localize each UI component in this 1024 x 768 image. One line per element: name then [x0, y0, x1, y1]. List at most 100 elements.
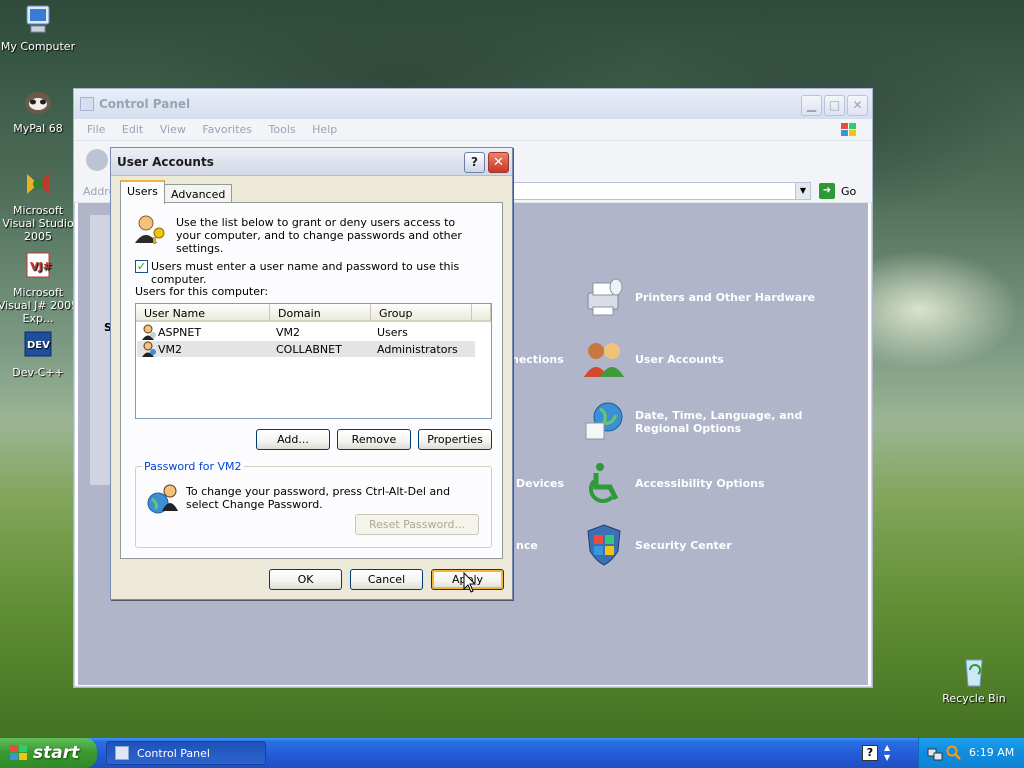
desktop-icon-visual-studio[interactable]: Microsoft Visual Studio 2005	[0, 168, 80, 243]
menu-help[interactable]: Help	[312, 123, 337, 136]
control-panel-icon	[115, 746, 129, 760]
table-row[interactable]: ASPNET VM2 Users	[137, 324, 475, 340]
column-header-user-name[interactable]: User Name	[136, 304, 270, 322]
system-tray: 6:19 AM	[918, 738, 1024, 768]
user-group-cell: Users	[377, 326, 408, 339]
users-key-icon	[133, 213, 167, 245]
remove-user-button[interactable]: Remove	[337, 429, 411, 450]
desktop-icon-visual-jsharp[interactable]: VJ# Microsoft Visual J# 2005 Exp...	[0, 250, 80, 325]
help-tray-icon[interactable]: ?	[862, 745, 878, 761]
users-list[interactable]: User Name Domain Group ASPNET VM2 Users …	[135, 303, 492, 419]
password-instructions: To change your password, press Ctrl-Alt-…	[186, 485, 451, 511]
user-icon	[141, 341, 157, 357]
mouse-cursor-icon	[463, 571, 477, 594]
windows-logo-icon	[10, 745, 28, 761]
password-group-title: Password for VM2	[142, 460, 244, 473]
require-login-checkbox[interactable]: ✓	[135, 260, 148, 273]
desktop-icon-label: Microsoft Visual J# 2005 Exp...	[0, 286, 79, 325]
taskbar: start Control Panel ? ▲ ▼ 6:19 AM	[0, 738, 1024, 768]
security-shield-icon	[582, 523, 626, 567]
password-group: Password for VM2 To change your password…	[135, 460, 492, 548]
user-icon	[141, 324, 157, 340]
require-login-label[interactable]: Users must enter a user name and passwor…	[151, 260, 502, 286]
user-domain-cell: VM2	[276, 326, 301, 339]
network-tray-icon[interactable]	[927, 745, 943, 761]
window-title: Control Panel	[99, 97, 191, 111]
column-header-group[interactable]: Group	[371, 304, 472, 322]
user-group-cell: Administrators	[377, 343, 458, 356]
menu-file[interactable]: File	[87, 123, 105, 136]
dev-cpp-icon: DEV	[21, 330, 55, 362]
category-user-accounts[interactable]: User Accounts	[635, 353, 724, 366]
address-dropdown-button[interactable]: ▼	[795, 182, 811, 200]
desktop-icon-dev-cpp[interactable]: DEV Dev-C++	[0, 330, 80, 379]
menu-tools[interactable]: Tools	[269, 123, 296, 136]
desktop-icon-label: Dev-C++	[12, 366, 64, 379]
taskbar-item-control-panel[interactable]: Control Panel	[106, 741, 266, 765]
back-button[interactable]	[86, 149, 108, 171]
desktop-icon-label: MyPal 68	[13, 122, 63, 135]
dialog-titlebar[interactable]: User Accounts ? ✕	[111, 148, 512, 176]
category-accessibility[interactable]: Accessibility Options	[635, 477, 765, 490]
close-window-button[interactable]: ✕	[847, 95, 868, 116]
desktop-icon-my-computer[interactable]: My Computer	[0, 4, 80, 53]
date-time-globe-icon	[582, 399, 626, 443]
intro-text: Use the list below to grant or deny user…	[176, 216, 462, 255]
user-accounts-dialog[interactable]: User Accounts ? ✕ Users Advanced Use the…	[110, 147, 513, 600]
column-header-domain[interactable]: Domain	[270, 304, 371, 322]
control-panel-icon	[80, 97, 94, 111]
taskbar-item-label: Control Panel	[137, 747, 210, 760]
add-user-button[interactable]: Add...	[256, 429, 330, 450]
minimize-button[interactable]: ▁	[801, 95, 822, 116]
search-tray-icon[interactable]	[946, 745, 962, 761]
menu-edit[interactable]: Edit	[122, 123, 143, 136]
desktop-icon-label: Microsoft Visual Studio 2005	[2, 204, 74, 243]
user-accounts-icon	[582, 337, 626, 381]
category-printers[interactable]: Printers and Other Hardware	[635, 291, 815, 304]
windows-flag-icon	[838, 120, 862, 140]
category-network-partial[interactable]: nections	[511, 353, 564, 366]
category-date-time[interactable]: Date, Time, Language, and Regional Optio…	[635, 409, 855, 435]
raccoon-icon	[21, 86, 55, 118]
category-devices-partial[interactable]: Devices	[516, 477, 564, 490]
category-security-center[interactable]: Security Center	[635, 539, 732, 552]
desktop-icon-recycle-bin[interactable]: Recycle Bin	[932, 656, 1016, 705]
user-domain-cell: COLLABNET	[276, 343, 342, 356]
desktop-icon-mypal[interactable]: MyPal 68	[0, 86, 80, 135]
accessibility-icon	[582, 461, 626, 505]
users-tab-panel: Use the list below to grant or deny user…	[120, 202, 503, 559]
user-globe-icon	[146, 483, 180, 515]
printer-icon	[582, 275, 626, 319]
category-maintenance-partial[interactable]: nce	[516, 539, 538, 552]
dialog-title: User Accounts	[117, 155, 214, 169]
start-label: start	[33, 743, 80, 763]
users-list-caption: Users for this computer:	[135, 285, 269, 298]
menu-favorites[interactable]: Favorites	[202, 123, 252, 136]
user-name-cell: ASPNET	[158, 326, 202, 339]
dialog-close-button[interactable]: ✕	[488, 152, 509, 173]
system-clock[interactable]: 6:19 AM	[969, 746, 1014, 759]
recycle-bin-icon	[957, 656, 991, 688]
cancel-button[interactable]: Cancel	[350, 569, 423, 590]
tab-users[interactable]: Users	[120, 180, 165, 204]
start-button[interactable]: start	[0, 738, 97, 768]
desktop-icon-label: Recycle Bin	[942, 692, 1006, 705]
computer-icon	[21, 4, 55, 36]
svg-text:DEV: DEV	[27, 340, 50, 351]
go-arrow-icon[interactable]: ➜	[819, 183, 835, 199]
menu-view[interactable]: View	[160, 123, 186, 136]
menu-bar: File Edit View Favorites Tools Help	[74, 119, 872, 141]
user-name-cell: VM2	[158, 343, 183, 356]
tray-scroll-arrows-icon[interactable]: ▲ ▼	[884, 743, 896, 763]
properties-button[interactable]: Properties	[418, 429, 492, 450]
help-button[interactable]: ?	[464, 152, 485, 173]
svg-text:VJ#: VJ#	[30, 260, 52, 273]
jsharp-icon: VJ#	[21, 250, 55, 282]
reset-password-button[interactable]: Reset Password...	[355, 514, 479, 535]
desktop-icon-label: My Computer	[0, 40, 76, 53]
ok-button[interactable]: OK	[269, 569, 342, 590]
table-row[interactable]: VM2 COLLABNET Administrators	[137, 341, 475, 357]
control-panel-titlebar[interactable]: Control Panel ▁ □ ✕	[74, 89, 872, 119]
go-button[interactable]: Go	[841, 185, 856, 198]
maximize-button[interactable]: □	[824, 95, 845, 116]
